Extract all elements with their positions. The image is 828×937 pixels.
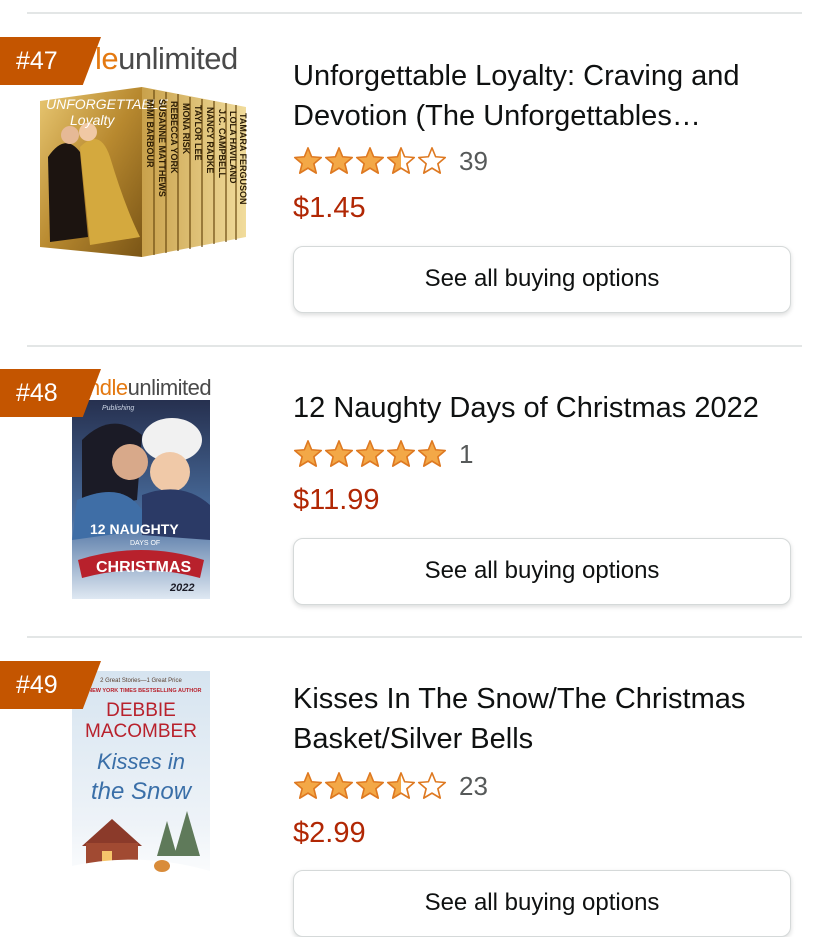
rating-count: 23 — [459, 770, 488, 801]
star-full-icon — [324, 772, 354, 799]
book-cover[interactable]: 2 Great Stories—1 Great Price #1 NEW YOR… — [72, 671, 210, 890]
svg-text:CHRISTMAS: CHRISTMAS — [96, 559, 191, 576]
kindle-unlimited-logo: ndleunlimited — [88, 375, 212, 400]
star-full-icon — [355, 440, 385, 467]
svg-text:NANCY RADKE: NANCY RADKE — [205, 107, 215, 173]
price: $2.99 — [293, 817, 366, 849]
price: $11.99 — [293, 484, 380, 516]
star-rating[interactable]: 23 — [293, 769, 488, 803]
star-full-icon — [417, 440, 447, 467]
svg-text:2022: 2022 — [169, 582, 194, 594]
star-half-icon — [386, 772, 416, 799]
svg-text:Loyalty: Loyalty — [70, 112, 115, 128]
star-rating[interactable]: 1 — [293, 437, 473, 471]
star-full-icon — [293, 772, 323, 799]
star-half-icon — [386, 147, 416, 174]
svg-text:the Snow: the Snow — [91, 778, 193, 805]
svg-text:LOLA HAVILAND: LOLA HAVILAND — [228, 111, 238, 184]
svg-text:DAYS OF: DAYS OF — [130, 540, 160, 547]
star-full-icon — [355, 772, 385, 799]
svg-text:MONA RISK: MONA RISK — [181, 103, 191, 155]
svg-text:REBECCA YORK: REBECCA YORK — [169, 101, 179, 174]
svg-text:MIMI BARBOUR: MIMI BARBOUR — [145, 99, 155, 168]
product-title[interactable]: Kisses In The Snow/The Christmas Basket/… — [293, 679, 793, 759]
see-all-buying-options-button[interactable]: See all buying options — [293, 538, 791, 605]
see-all-buying-options-button[interactable]: See all buying options — [293, 246, 791, 313]
star-full-icon — [355, 147, 385, 174]
svg-text:MACOMBER: MACOMBER — [85, 721, 197, 742]
star-full-icon — [293, 147, 323, 174]
svg-text:DEBBIE: DEBBIE — [106, 700, 176, 721]
stars — [293, 146, 447, 176]
result-item[interactable]: #48 ndleunlimited Publishing 12 NAUGHTY … — [0, 369, 828, 629]
stars — [293, 771, 447, 801]
divider — [27, 345, 802, 347]
svg-text:TAYLOR LEE: TAYLOR LEE — [193, 105, 203, 161]
book-cover[interactable]: UNFORGETTABLE Loyalty MIMI BARBOUR SUSAN… — [40, 87, 252, 257]
price: $1.45 — [293, 192, 366, 224]
stars — [293, 439, 447, 469]
svg-text:Kisses in: Kisses in — [97, 749, 185, 774]
rating-count: 39 — [459, 145, 488, 176]
star-rating[interactable]: 39 — [293, 144, 488, 178]
star-full-icon — [386, 440, 416, 467]
rank-badge: #47 — [0, 37, 101, 85]
star-full-icon — [324, 147, 354, 174]
book-cover[interactable]: Publishing 12 NAUGHTY DAYS OF CHRISTMAS … — [72, 400, 210, 599]
svg-text:12 NAUGHTY: 12 NAUGHTY — [90, 521, 179, 537]
product-title[interactable]: Unforgettable Loyalty: Craving and Devot… — [293, 56, 793, 136]
result-item[interactable]: #49 2 Great Stories—1 Great Price #1 NEW… — [0, 661, 828, 937]
star-empty-icon — [417, 147, 447, 174]
svg-text:#1 NEW YORK TIMES BESTSELLING: #1 NEW YORK TIMES BESTSELLING AUTHOR — [80, 688, 201, 694]
star-empty-icon — [417, 772, 447, 799]
svg-text:J.C. CAMPBELL: J.C. CAMPBELL — [217, 109, 227, 179]
divider — [27, 12, 802, 14]
svg-text:2 Great Stories—1 Great Price: 2 Great Stories—1 Great Price — [100, 678, 182, 684]
divider — [27, 636, 802, 638]
svg-text:TAMARA FERGUSON: TAMARA FERGUSON — [238, 113, 248, 205]
kindle-unlimited-logo: leunlimited — [95, 41, 238, 76]
rating-count: 1 — [459, 438, 474, 469]
svg-text:SUSANNE MATTHEWS: SUSANNE MATTHEWS — [157, 99, 167, 197]
star-full-icon — [324, 440, 354, 467]
star-full-icon — [293, 440, 323, 467]
result-item[interactable]: #47 leunlimited UNFORGETTABLE Loyalty MI… — [0, 37, 828, 337]
product-title[interactable]: 12 Naughty Days of Christmas 2022 — [293, 388, 793, 428]
svg-text:Publishing: Publishing — [102, 405, 134, 412]
see-all-buying-options-button[interactable]: See all buying options — [293, 870, 791, 937]
